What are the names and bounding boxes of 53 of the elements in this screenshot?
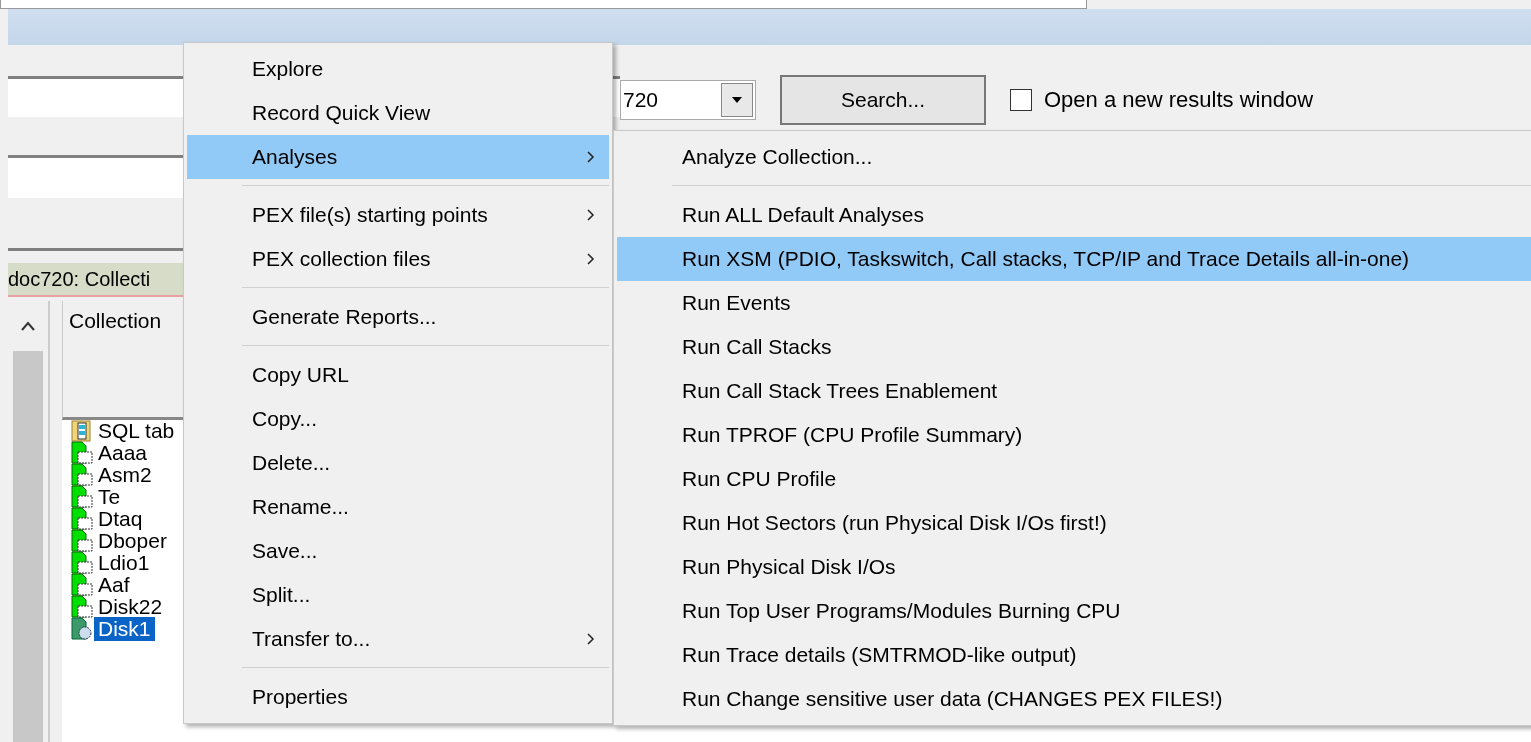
collection-name[interactable]: Aaf <box>94 573 134 597</box>
document-icon <box>70 463 94 487</box>
menu-item[interactable]: Transfer to... <box>187 617 609 661</box>
menu-item[interactable]: Analyses <box>187 135 609 179</box>
caret-icon <box>731 96 743 104</box>
menu-item[interactable]: Run Top User Programs/Modules Burning CPU <box>617 589 1531 633</box>
menu-item[interactable]: Delete... <box>187 441 609 485</box>
collection-name[interactable]: Disk1 <box>94 617 155 641</box>
document-icon <box>70 551 94 575</box>
checkbox[interactable] <box>1010 89 1032 111</box>
menu-item[interactable]: Analyze Collection... <box>617 135 1531 179</box>
menu-item[interactable]: Run CPU Profile <box>617 457 1531 501</box>
table-icon <box>70 419 94 443</box>
document-icon <box>70 595 94 619</box>
collection-name[interactable]: Ldio1 <box>94 551 154 575</box>
menu-item[interactable]: Properties <box>187 675 609 719</box>
menu-item[interactable]: Rename... <box>187 485 609 529</box>
scroll-up-icon[interactable] <box>21 321 35 331</box>
search-button[interactable]: Search... <box>780 75 986 125</box>
menu-item[interactable]: Split... <box>187 573 609 617</box>
collection-name[interactable]: SQL tab <box>94 419 179 443</box>
menu-item[interactable]: Run XSM (PDIO, Taskswitch, Call stacks, TCP/IP and Trace Details all-in-one) <box>617 237 1531 281</box>
checkbox-label: Open a new results window <box>1044 87 1314 113</box>
document-icon <box>70 507 94 531</box>
menu-item[interactable]: Copy... <box>187 397 609 441</box>
collection-name[interactable]: Dtaq <box>94 507 147 531</box>
menu-item[interactable]: Run Trace details (SMTRMOD-like output) <box>617 633 1531 677</box>
collection-name[interactable]: Asm2 <box>94 463 156 487</box>
collection-name[interactable]: Aaaa <box>94 441 152 465</box>
dropdown-button[interactable] <box>721 83 753 117</box>
menu-item[interactable]: Save... <box>187 529 609 573</box>
menu-item[interactable]: Generate Reports... <box>187 295 609 339</box>
document-icon <box>70 485 94 509</box>
scrollbar-thumb[interactable] <box>13 351 43 742</box>
menu-item[interactable]: Run Physical Disk I/Os <box>617 545 1531 589</box>
document-icon <box>70 617 94 641</box>
document-icon <box>70 529 94 553</box>
menu-item[interactable]: Explore <box>187 47 609 91</box>
document-icon <box>70 573 94 597</box>
menu-item[interactable]: PEX file(s) starting points <box>187 193 609 237</box>
menu-item[interactable]: Run Call Stack Trees Enablement <box>617 369 1531 413</box>
menu-item[interactable]: Record Quick View <box>187 91 609 135</box>
document-icon <box>70 441 94 465</box>
collection-name[interactable]: Dboper <box>94 529 171 553</box>
collection-name[interactable]: Disk22 <box>94 595 167 619</box>
collection-name[interactable]: Te <box>94 485 125 509</box>
collection-combo[interactable]: 720 <box>620 80 756 120</box>
menu-item[interactable]: Run TPROF (CPU Profile Summary) <box>617 413 1531 457</box>
menu-item[interactable]: Run Call Stacks <box>617 325 1531 369</box>
menu-item[interactable]: Copy URL <box>187 353 609 397</box>
menu-item[interactable]: Run ALL Default Analyses <box>617 193 1531 237</box>
menu-item[interactable]: Run Hot Sectors (run Physical Disk I/Os first!) <box>617 501 1531 545</box>
menu-item[interactable]: Run Change sensitive user data (CHANGES PEX FILES!) <box>617 677 1531 721</box>
